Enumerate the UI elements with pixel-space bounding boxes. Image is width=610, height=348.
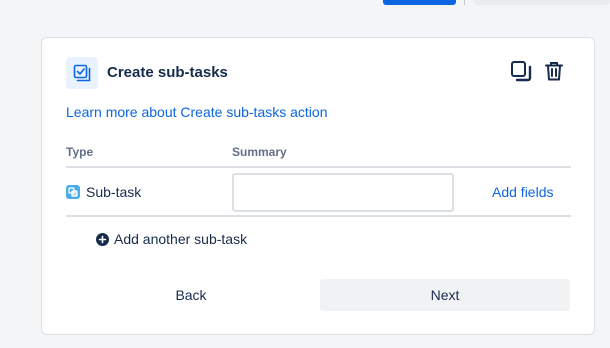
add-another-label: Add another sub-task (114, 231, 248, 247)
column-header-summary: Summary (232, 145, 287, 159)
next-button[interactable]: Next (320, 279, 570, 311)
add-another-subtask-button[interactable]: Add another sub-task (96, 231, 247, 247)
create-subtasks-card: Create sub-tasks Learn more about Create… (41, 37, 595, 335)
primary-toolbar-button[interactable] (383, 0, 456, 5)
subtask-icon (66, 185, 80, 199)
learn-more-link[interactable]: Learn more about Create sub-tasks action (66, 104, 327, 120)
delete-button[interactable] (541, 60, 567, 86)
top-toolbar (0, 0, 610, 14)
checkbox-stack-icon (66, 57, 98, 89)
secondary-toolbar-button[interactable] (474, 0, 610, 5)
table-divider (66, 166, 571, 168)
table-divider (66, 215, 571, 217)
trash-icon (543, 60, 565, 87)
summary-input[interactable] (232, 173, 454, 212)
back-button[interactable]: Back (66, 279, 316, 311)
copy-icon (510, 60, 532, 87)
card-header: Create sub-tasks (66, 57, 572, 89)
table-row-type-cell: Sub-task (66, 184, 141, 200)
card-title: Create sub-tasks (107, 64, 228, 81)
toolbar-divider (464, 0, 465, 5)
plus-circle-icon (96, 232, 109, 246)
duplicate-button[interactable] (508, 60, 534, 86)
subtask-type-label: Sub-task (86, 184, 142, 200)
add-fields-link[interactable]: Add fields (492, 184, 553, 200)
column-header-type: Type (66, 145, 94, 159)
